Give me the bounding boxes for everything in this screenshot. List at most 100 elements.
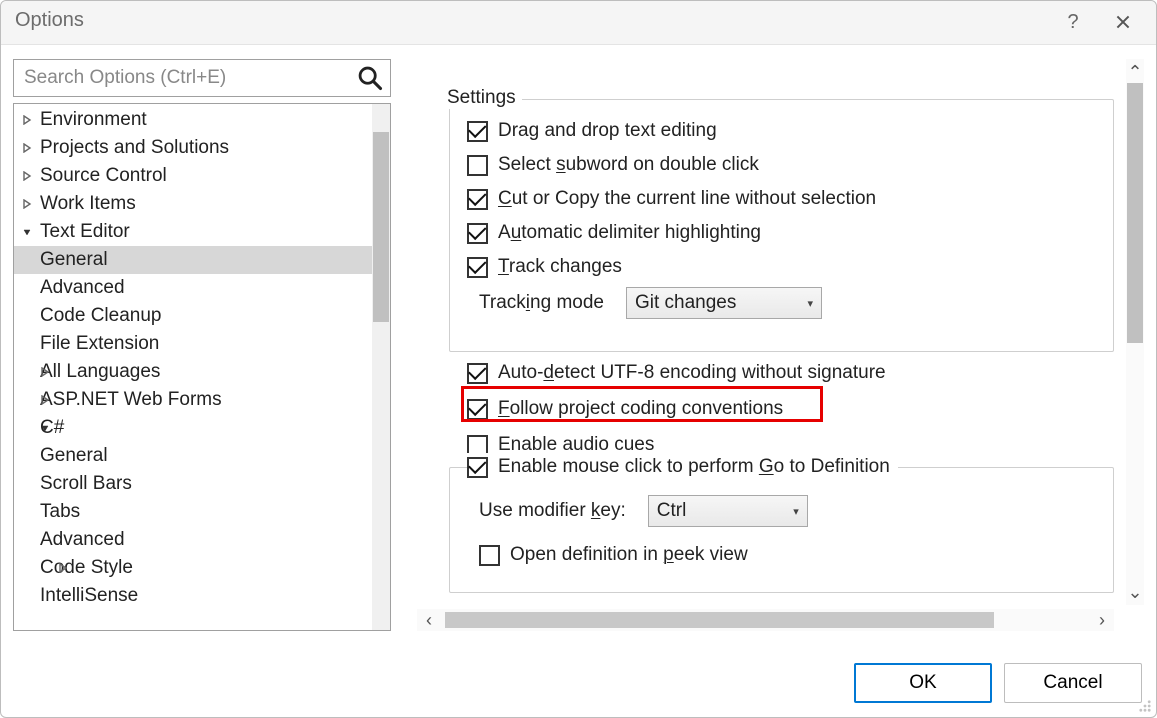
tree-item-projects-and-solutions[interactable]: Projects and Solutions: [14, 134, 372, 162]
tree-glyph-none: [36, 302, 54, 330]
drag-drop-row: Drag and drop text editing: [467, 117, 1104, 145]
dialog-footer: OK Cancel: [854, 663, 1142, 703]
collapse-icon[interactable]: [18, 106, 36, 134]
tree-item-intellisense[interactable]: IntelliSense: [14, 582, 372, 610]
auto-delim-label: Automatic delimiter highlighting: [498, 222, 761, 244]
scroll-up-icon[interactable]: ⌃: [1126, 63, 1144, 81]
tree-item-text-editor[interactable]: Text Editor: [14, 218, 372, 246]
tree-item-asp-net-web-forms[interactable]: ASP.NET Web Forms: [14, 386, 372, 414]
close-icon: [1116, 15, 1130, 29]
tree-item-file-extension[interactable]: File Extension: [14, 330, 372, 358]
peek-view-label: Open definition in peek view: [510, 544, 748, 566]
tree-item-general[interactable]: General: [14, 246, 372, 274]
gotodef-group: Enable mouse click to perform Go to Defi…: [449, 443, 1114, 593]
tree-item-general[interactable]: General: [14, 442, 372, 470]
subword-label: Select subword on double click: [498, 154, 759, 176]
subword-checkbox[interactable]: [467, 155, 488, 176]
expand-icon[interactable]: [36, 414, 54, 442]
cancel-button[interactable]: Cancel: [1004, 663, 1142, 703]
tracking-mode-label: Tracking mode: [479, 292, 604, 314]
settings-panel: Settings Drag and drop text editing Sele…: [417, 59, 1144, 605]
content-hscrollbar[interactable]: ‹ ›: [417, 609, 1114, 631]
tree-item-work-items[interactable]: Work Items: [14, 190, 372, 218]
settings-group: Settings Drag and drop text editing Sele…: [449, 89, 1114, 352]
content-hscroll-thumb[interactable]: [445, 612, 994, 628]
collapse-icon[interactable]: [36, 358, 54, 386]
tree-item-c-[interactable]: C#: [14, 414, 372, 442]
collapse-icon[interactable]: [36, 386, 54, 414]
cut-copy-row: Cut or Copy the current line without sel…: [467, 185, 1104, 213]
tree-scroll-thumb[interactable]: [373, 132, 389, 322]
tree-item-environment[interactable]: Environment: [14, 106, 372, 134]
chevron-down-icon: ▾: [807, 297, 813, 310]
search-box: [13, 59, 391, 97]
title-bar: Options ?: [1, 1, 1156, 45]
tree-item-advanced[interactable]: Advanced: [14, 526, 372, 554]
collapse-icon[interactable]: [18, 190, 36, 218]
gotodef-enable-label: Enable mouse click to perform Go to Defi…: [498, 456, 890, 478]
tree-items: Environment Projects and Solutions Source …: [14, 104, 372, 630]
tree-glyph-none: [36, 246, 54, 274]
auto-detect-label: Auto-detect UTF-8 encoding without signa…: [498, 362, 886, 384]
modifier-key-row: Use modifier key: Ctrl ▾: [479, 497, 1104, 525]
tree-item-label: Code Cleanup: [40, 305, 161, 326]
modifier-key-select[interactable]: Ctrl ▾: [648, 495, 808, 527]
tree-item-label: Projects and Solutions: [40, 137, 229, 158]
auto-delim-checkbox[interactable]: [467, 223, 488, 244]
tree-glyph-none: [54, 582, 72, 610]
options-dialog: Options ? Environment Projects and Soluti…: [0, 0, 1157, 718]
tree-glyph-none: [54, 498, 72, 526]
ok-button[interactable]: OK: [854, 663, 992, 703]
peek-view-checkbox[interactable]: [479, 545, 500, 566]
cut-copy-checkbox[interactable]: [467, 189, 488, 210]
auto-detect-row: Auto-detect UTF-8 encoding without signa…: [467, 359, 1104, 387]
tree-item-label: File Extension: [40, 333, 159, 354]
tree-item-label: Advanced: [40, 529, 125, 550]
close-button[interactable]: [1100, 7, 1146, 37]
search-icon[interactable]: [356, 64, 384, 92]
collapse-icon[interactable]: [54, 554, 72, 582]
tree-item-tabs[interactable]: Tabs: [14, 498, 372, 526]
collapse-icon[interactable]: [18, 134, 36, 162]
subword-row: Select subword on double click: [467, 151, 1104, 179]
tree-glyph-none: [54, 442, 72, 470]
track-changes-checkbox[interactable]: [467, 257, 488, 278]
tree-item-label: General: [40, 445, 108, 466]
category-tree: Environment Projects and Solutions Source …: [13, 103, 391, 631]
tracking-mode-row: Tracking mode Git changes ▾: [479, 289, 1104, 317]
scroll-down-icon[interactable]: ⌄: [1126, 583, 1144, 601]
modifier-key-label: Use modifier key:: [479, 500, 626, 522]
chevron-down-icon: ▾: [793, 505, 799, 518]
tree-glyph-none: [54, 526, 72, 554]
tree-item-code-style[interactable]: Code Style: [14, 554, 372, 582]
expand-icon[interactable]: [18, 218, 36, 246]
cut-copy-label: Cut or Copy the current line without sel…: [498, 188, 876, 210]
gotodef-enable-checkbox[interactable]: [467, 457, 488, 478]
content-vscroll-thumb[interactable]: [1127, 83, 1143, 343]
peek-view-row: Open definition in peek view: [479, 541, 1104, 569]
tree-item-scroll-bars[interactable]: Scroll Bars: [14, 470, 372, 498]
auto-detect-checkbox[interactable]: [467, 363, 488, 384]
scroll-right-icon[interactable]: ›: [1092, 609, 1112, 631]
tree-glyph-none: [36, 330, 54, 358]
collapse-icon[interactable]: [18, 162, 36, 190]
dialog-title: Options: [15, 9, 84, 32]
tree-item-code-cleanup[interactable]: Code Cleanup: [14, 302, 372, 330]
follow-conventions-checkbox[interactable]: [467, 399, 488, 420]
resize-grip-icon[interactable]: [1138, 699, 1152, 713]
tree-item-advanced[interactable]: Advanced: [14, 274, 372, 302]
tracking-mode-select[interactable]: Git changes ▾: [626, 287, 822, 319]
tree-item-all-languages[interactable]: All Languages: [14, 358, 372, 386]
tree-item-label: ASP.NET Web Forms: [40, 389, 222, 410]
track-changes-label: Track changes: [498, 256, 622, 278]
help-button[interactable]: ?: [1050, 7, 1096, 37]
follow-conventions-label: Follow project coding conventions: [498, 398, 783, 420]
scroll-left-icon[interactable]: ‹: [419, 609, 439, 631]
tree-item-label: Work Items: [40, 193, 136, 214]
tree-glyph-none: [54, 470, 72, 498]
tree-item-source-control[interactable]: Source Control: [14, 162, 372, 190]
search-input[interactable]: [14, 60, 348, 96]
tree-scrollbar[interactable]: [372, 104, 390, 630]
content-vscrollbar[interactable]: ⌃ ⌄: [1126, 59, 1144, 605]
drag-drop-checkbox[interactable]: [467, 121, 488, 142]
